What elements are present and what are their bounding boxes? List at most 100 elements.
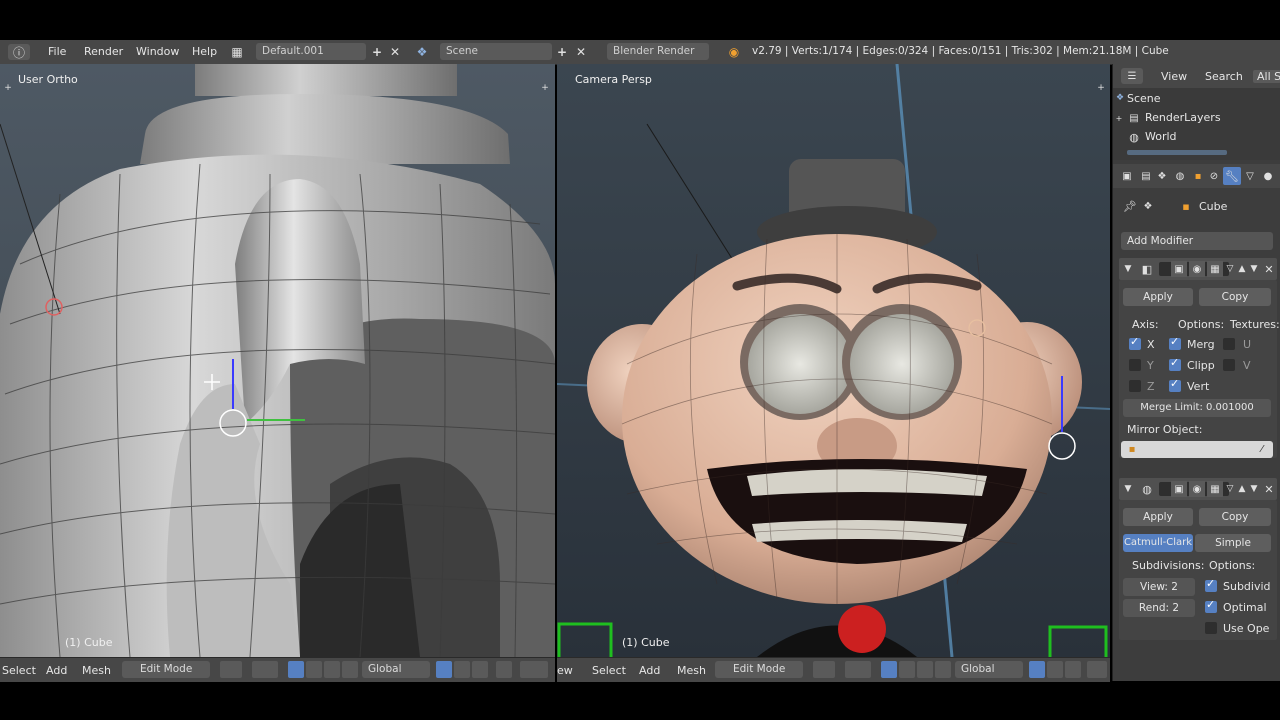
translate-manipulator-icon[interactable] [899,661,915,678]
face-select-icon[interactable] [1065,661,1081,678]
mirror-copy-button[interactable]: Copy [1199,288,1271,306]
mirror-object-field[interactable]: ▪ ⁄ [1121,441,1273,458]
data-tab-icon[interactable]: ▽ [1243,168,1257,184]
merge-checkbox[interactable] [1169,335,1181,350]
scale-manipulator-icon[interactable] [935,661,951,678]
region-plus-icon[interactable]: + [1097,83,1105,93]
optimal-display-checkbox[interactable] [1205,598,1217,613]
outliner-editor-icon[interactable]: ☰ [1121,68,1143,84]
menu-mesh[interactable]: Mesh [82,664,111,677]
pin-icon[interactable]: 📌︎ [1123,198,1137,214]
close-scene-icon[interactable]: ✕ [574,44,588,60]
outliner-scrollbar[interactable] [1127,150,1227,155]
menu-mesh[interactable]: Mesh [677,664,706,677]
view-levels-field[interactable]: View: 2 [1123,578,1195,596]
rotate-manipulator-icon[interactable] [324,661,340,678]
menu-view[interactable]: ew [557,664,573,677]
show-in-viewport-eye-icon[interactable]: ◉ [1189,481,1205,497]
collapse-arrow-icon[interactable]: ▼ [1123,481,1133,497]
world-tab-icon[interactable]: ◍ [1173,168,1187,184]
use-opensubdiv-checkbox[interactable] [1205,622,1217,634]
collapse-arrow-icon[interactable]: ▼ [1123,261,1133,277]
pivot-point-icon[interactable] [845,661,871,678]
remove-modifier-close-icon[interactable]: ✕ [1263,261,1275,277]
outliner-item-scene[interactable]: Scene [1127,92,1161,105]
render-layers-tab-icon[interactable]: ▤ [1139,168,1153,184]
texture-v-checkbox[interactable] [1223,359,1235,371]
texture-u-checkbox[interactable] [1223,338,1235,350]
clipping-checkbox[interactable] [1169,356,1181,371]
scene-icon[interactable]: ❖ [414,44,430,60]
menu-select[interactable]: Select [2,664,36,677]
screen-layout-field[interactable]: Default.001 [256,43,366,60]
translate-manipulator-icon[interactable] [306,661,322,678]
shading-sphere-icon[interactable] [813,661,835,678]
constraints-tab-icon[interactable]: ⊘ [1207,168,1221,184]
shading-sphere-icon[interactable] [220,661,242,678]
screen-layout-icon[interactable]: ▦ [229,44,245,60]
axis-z-checkbox[interactable] [1129,380,1141,392]
cage-icon[interactable]: ▽ [1225,261,1235,277]
orientation-select[interactable]: Global [955,661,1023,678]
close-screen-icon[interactable]: ✕ [388,44,402,60]
remove-modifier-close-icon[interactable]: ✕ [1263,481,1275,497]
3d-viewport-right[interactable]: Camera Persp (1) Cube + [557,64,1110,657]
add-screen-icon[interactable]: + [370,44,384,60]
limit-selection-icon[interactable] [496,661,512,678]
edit-mode-icon[interactable]: ▦ [1207,481,1223,497]
vertex-groups-checkbox[interactable] [1169,377,1181,392]
rotate-manipulator-icon[interactable] [917,661,933,678]
menu-add[interactable]: Add [639,664,660,677]
proportional-edit-icon[interactable] [520,661,548,678]
merge-limit-field[interactable]: Merge Limit: 0.001000 [1123,399,1271,417]
scale-manipulator-icon[interactable] [342,661,358,678]
render-engine-select[interactable]: Blender Render [607,43,709,60]
move-up-icon[interactable]: ▲ [1237,481,1247,497]
outliner-display-select[interactable]: All S [1253,70,1280,83]
outliner-tab-search[interactable]: Search [1205,70,1243,83]
catmull-clark-button[interactable]: Catmull-Clark [1123,534,1193,552]
subsurf-apply-button[interactable]: Apply [1123,508,1193,526]
eyedropper-icon[interactable]: ⁄ [1255,442,1269,456]
render-levels-field[interactable]: Rend: 2 [1123,599,1195,617]
move-down-icon[interactable]: ▼ [1249,481,1259,497]
move-up-icon[interactable]: ▲ [1237,261,1247,277]
face-select-icon[interactable] [472,661,488,678]
show-in-render-icon[interactable]: ▣ [1171,261,1187,277]
show-in-viewport-eye-icon[interactable]: ◉ [1189,261,1205,277]
info-editor-icon[interactable]: ⓘ [8,44,30,60]
scene-tab-icon[interactable]: ❖ [1155,168,1169,184]
outliner-item-renderlayers[interactable]: RenderLayers [1145,111,1221,124]
modifiers-wrench-icon[interactable]: 🔧︎ [1223,167,1241,185]
show-in-render-icon[interactable]: ▣ [1171,481,1187,497]
orientation-select[interactable]: Global [362,661,430,678]
expand-icon[interactable]: + [1115,112,1123,124]
menu-render[interactable]: Render [84,45,123,58]
simple-button[interactable]: Simple [1195,534,1271,552]
region-plus-icon[interactable]: + [541,83,549,93]
menu-window[interactable]: Window [136,45,179,58]
edge-select-icon[interactable] [454,661,470,678]
edit-mode-icon[interactable]: ▦ [1207,261,1223,277]
edge-select-icon[interactable] [1047,661,1063,678]
subdivide-uvs-checkbox[interactable] [1205,577,1217,592]
limit-selection-icon[interactable] [1087,661,1107,678]
mirror-apply-button[interactable]: Apply [1123,288,1193,306]
region-plus-icon[interactable]: + [4,83,12,93]
scene-field[interactable]: Scene [440,43,552,60]
axis-x-checkbox[interactable] [1129,335,1141,350]
add-modifier-select[interactable]: Add Modifier [1121,232,1273,250]
material-tab-icon[interactable]: ● [1261,168,1275,184]
manipulator-toggle-icon[interactable] [881,661,897,678]
move-down-icon[interactable]: ▼ [1249,261,1259,277]
mode-select[interactable]: Edit Mode [122,661,210,678]
object-tab-icon[interactable]: ▪ [1191,168,1205,184]
menu-add[interactable]: Add [46,664,67,677]
mode-select[interactable]: Edit Mode [715,661,803,678]
manipulator-toggle-icon[interactable] [288,661,304,678]
menu-help[interactable]: Help [192,45,217,58]
menu-select[interactable]: Select [592,664,626,677]
outliner-tab-view[interactable]: View [1161,70,1187,83]
axis-y-checkbox[interactable] [1129,359,1141,371]
cage-icon[interactable]: ▽ [1225,481,1235,497]
